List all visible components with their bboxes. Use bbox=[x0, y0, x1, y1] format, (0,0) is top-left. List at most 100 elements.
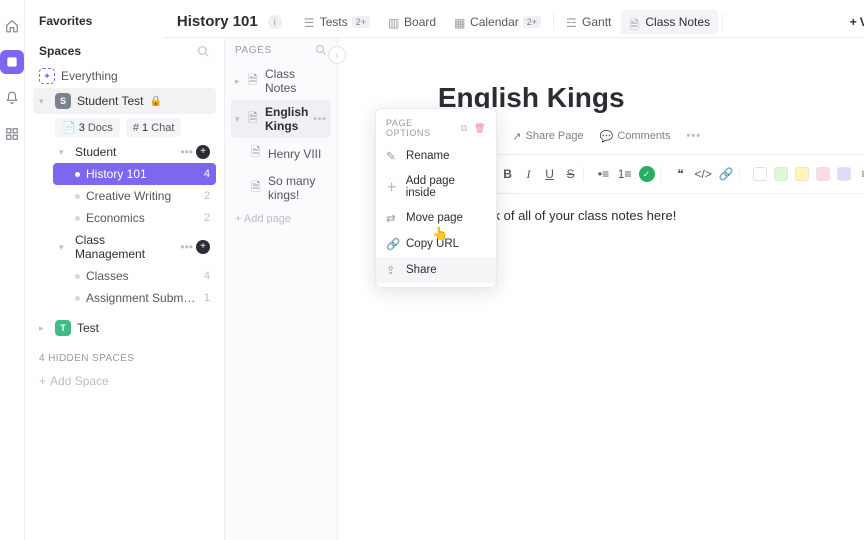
list-count: 2 bbox=[204, 190, 210, 202]
page-doc-icon: 🗎 bbox=[251, 178, 263, 199]
rail-home-icon[interactable] bbox=[0, 14, 24, 38]
list-assignment-submissions[interactable]: Assignment Submissio… 1 bbox=[53, 287, 216, 309]
page-english-kings[interactable]: ▾ 🗎 English Kings ••• bbox=[231, 100, 331, 138]
page-options-icon[interactable]: ••• bbox=[313, 114, 327, 125]
page-name: So many kings! bbox=[268, 174, 327, 202]
chat-pill[interactable]: # 1 Chat bbox=[126, 118, 182, 137]
delete-icon[interactable]: 🗑 bbox=[474, 123, 486, 134]
bullet-list-button[interactable]: •≡ bbox=[597, 167, 611, 181]
highlight-green[interactable] bbox=[774, 167, 788, 181]
add-list-button[interactable]: + bbox=[196, 145, 210, 159]
list-count: 1 bbox=[204, 292, 210, 304]
folder-name: Class Management bbox=[75, 233, 174, 261]
ctx-share[interactable]: ⇪ Share bbox=[376, 257, 496, 283]
everything-label: Everything bbox=[61, 69, 118, 83]
folder-student[interactable]: ▾ Student ••• + bbox=[53, 141, 216, 163]
pages-panel: ‹ PAGES ▸ 🗎 Class Notes ▾ 🗎 English King… bbox=[225, 0, 338, 540]
list-count: 4 bbox=[204, 168, 210, 180]
strike-button[interactable]: S bbox=[564, 167, 578, 181]
tab-badge: 2+ bbox=[352, 16, 370, 28]
highlight-purple[interactable] bbox=[837, 167, 851, 181]
add-list-button[interactable]: + bbox=[196, 240, 210, 254]
ctx-label: Share bbox=[406, 264, 437, 276]
rail-spaces-icon[interactable] bbox=[0, 50, 24, 74]
page-class-notes[interactable]: ▸ 🗎 Class Notes bbox=[231, 62, 331, 100]
add-view-button[interactable]: + View bbox=[850, 15, 864, 29]
bold-button[interactable]: B bbox=[501, 167, 515, 181]
ctx-rename[interactable]: ✎ Rename bbox=[376, 143, 496, 169]
add-space-button[interactable]: + Add Space bbox=[33, 370, 216, 392]
list-icon: ☰ bbox=[304, 16, 316, 28]
list-count: 4 bbox=[204, 270, 210, 282]
list-dot-icon bbox=[75, 194, 80, 199]
cursor-pointer-icon: 👆 bbox=[432, 226, 448, 242]
tab-calendar[interactable]: ▦Calendar2+ bbox=[446, 10, 549, 34]
number-list-button[interactable]: 1≡ bbox=[618, 167, 632, 181]
rail-notifications-icon[interactable] bbox=[0, 86, 24, 110]
docs-pill[interactable]: 📄 3 Docs bbox=[55, 118, 120, 137]
list-classes[interactable]: Classes 4 bbox=[53, 265, 216, 287]
folder-class-management[interactable]: ▾ Class Management ••• + bbox=[53, 229, 216, 265]
folder-options-icon[interactable]: ••• bbox=[180, 145, 193, 159]
share-page-button[interactable]: ↗ Share Page bbox=[512, 130, 583, 143]
link-icon: 🔗 bbox=[386, 237, 398, 251]
pages-search-icon[interactable] bbox=[315, 44, 327, 56]
move-icon: ⇄ bbox=[386, 211, 398, 225]
code-button[interactable]: </> bbox=[695, 167, 712, 181]
pencil-icon: ✎ bbox=[386, 149, 398, 163]
tab-tests[interactable]: ☰Tests2+ bbox=[296, 10, 378, 34]
tab-class-notes[interactable]: 🗎Class Notes bbox=[621, 10, 718, 34]
doc-more-icon[interactable]: ••• bbox=[687, 130, 702, 142]
doc-title[interactable]: English Kings bbox=[438, 82, 864, 114]
doc-body[interactable]: Keep track of all of your class notes he… bbox=[438, 208, 864, 223]
everything-icon: ✦ bbox=[39, 68, 55, 84]
italic-button[interactable]: I bbox=[522, 167, 536, 182]
search-spaces-icon[interactable] bbox=[197, 45, 210, 58]
list-dot-icon bbox=[75, 172, 80, 177]
tab-board[interactable]: ▥ Board bbox=[380, 10, 444, 34]
list-economics[interactable]: Economics 2 bbox=[53, 207, 216, 229]
add-page-button[interactable]: + Add page bbox=[231, 207, 331, 231]
space-student-test[interactable]: ▾ S Student Test 🔒 bbox=[33, 88, 216, 114]
page-name: Class Notes bbox=[265, 67, 327, 95]
everything-item[interactable]: ✦ Everything bbox=[33, 64, 216, 88]
highlight-pink[interactable] bbox=[816, 167, 830, 181]
space-avatar: T bbox=[55, 320, 71, 336]
highlight-yellow[interactable] bbox=[795, 167, 809, 181]
app-rail bbox=[0, 0, 25, 540]
tab-label: Board bbox=[404, 15, 436, 29]
quote-button[interactable]: ❝ bbox=[674, 167, 688, 181]
page-henry-viii[interactable]: 🗎 Henry VIII bbox=[231, 138, 331, 169]
page-name: English Kings bbox=[265, 105, 308, 133]
page-so-many-kings[interactable]: 🗎 So many kings! bbox=[231, 169, 331, 207]
comments-button[interactable]: 💬 Comments bbox=[600, 130, 671, 143]
list-name: Creative Writing bbox=[86, 189, 198, 203]
list-name: Assignment Submissio… bbox=[86, 291, 198, 305]
board-icon: ▥ bbox=[388, 16, 400, 28]
editor-toolbar: Normal ▾ B I U S •≡ 1≡ ✓ ❝ </> 🔗 bbox=[438, 154, 864, 194]
underline-button[interactable]: U bbox=[543, 167, 557, 181]
space-avatar: S bbox=[55, 93, 71, 109]
info-icon[interactable]: i bbox=[268, 15, 282, 29]
list-creative-writing[interactable]: Creative Writing 2 bbox=[53, 185, 216, 207]
align-button[interactable]: ≡ bbox=[858, 167, 864, 181]
tab-gantt[interactable]: ☲Gantt bbox=[558, 10, 619, 34]
duplicate-icon[interactable]: ⧉ bbox=[461, 123, 468, 134]
list-name: History 101 bbox=[86, 167, 198, 181]
space-name: Test bbox=[77, 321, 99, 335]
breadcrumb[interactable]: History 101 bbox=[177, 13, 258, 30]
page-context-menu: PAGE OPTIONS ⧉ 🗑 ✎Rename ＋Add page insid… bbox=[375, 108, 497, 288]
link-button[interactable]: 🔗 bbox=[719, 167, 734, 181]
share-icon: ⇪ bbox=[386, 263, 398, 277]
tab-label: Calendar bbox=[470, 15, 519, 29]
ctx-add-page-inside[interactable]: ＋Add page inside bbox=[376, 169, 496, 205]
list-history-101[interactable]: History 101 4 bbox=[53, 163, 216, 185]
folder-options-icon[interactable]: ••• bbox=[180, 240, 193, 254]
hidden-spaces-label[interactable]: 4 HIDDEN SPACES bbox=[33, 341, 216, 370]
tab-label: Gantt bbox=[582, 15, 611, 29]
ctx-label: Rename bbox=[406, 150, 449, 162]
rail-dashboards-icon[interactable] bbox=[0, 122, 24, 146]
checklist-button[interactable]: ✓ bbox=[639, 166, 655, 182]
highlight-white[interactable] bbox=[753, 167, 767, 181]
space-test[interactable]: ▸ T Test bbox=[33, 315, 216, 341]
